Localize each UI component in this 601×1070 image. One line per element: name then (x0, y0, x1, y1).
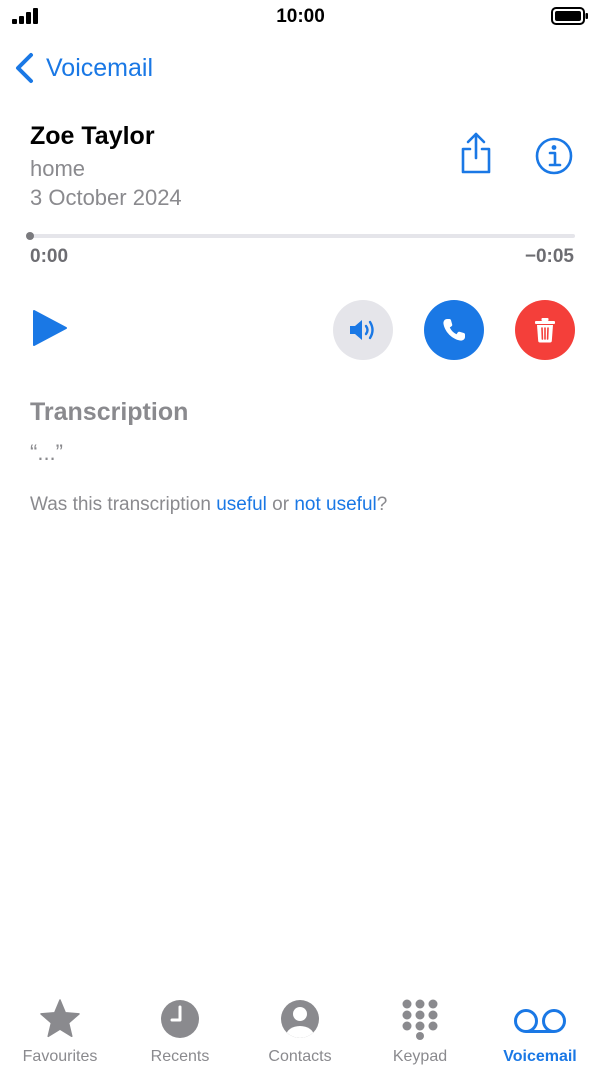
tab-recents-label: Recents (150, 1048, 210, 1065)
call-back-button[interactable] (424, 300, 484, 360)
transcription-heading: Transcription (30, 398, 189, 426)
tab-recents[interactable]: Recents (120, 984, 240, 1070)
speaker-button[interactable] (333, 300, 393, 360)
not-useful-link[interactable]: not useful (294, 494, 376, 515)
useful-link[interactable]: useful (216, 494, 267, 515)
tab-favourites[interactable]: Favourites (0, 984, 120, 1070)
back-button[interactable]: Voicemail (12, 50, 153, 86)
star-icon (40, 999, 80, 1038)
playback-scrubber[interactable] (26, 230, 575, 242)
transcription-text: “...” (30, 440, 63, 465)
remaining-time: −0:05 (524, 246, 574, 267)
tab-favourites-label: Favourites (22, 1048, 98, 1065)
info-button[interactable] (534, 136, 574, 176)
play-icon (33, 310, 67, 346)
back-button-label: Voicemail (46, 53, 153, 82)
tab-contacts-label: Contacts (268, 1048, 332, 1065)
tab-keypad[interactable]: Keypad (360, 984, 480, 1070)
delete-button[interactable] (515, 300, 575, 360)
play-button[interactable] (28, 306, 72, 350)
speaker-icon (350, 320, 374, 340)
tab-voicemail[interactable]: Voicemail (480, 984, 600, 1070)
contact-number-label: home (30, 156, 86, 181)
voicemail-icon (514, 1009, 566, 1033)
tab-keypad-label: Keypad (392, 1048, 448, 1065)
status-time: 10:00 (276, 6, 325, 27)
share-button[interactable] (456, 130, 496, 176)
scrubber-track (30, 234, 575, 238)
battery-icon (551, 7, 588, 25)
contact-name: Zoe Taylor (30, 122, 155, 150)
keypad-icon (402, 999, 438, 1040)
elapsed-time: 0:00 (30, 246, 69, 267)
person-circle-icon (281, 1000, 319, 1038)
tab-contacts[interactable]: Contacts (240, 984, 360, 1070)
trash-icon (535, 318, 555, 343)
chevron-left-icon (16, 53, 33, 83)
share-icon (461, 132, 491, 174)
transcription-feedback: Was this transcription useful or not use… (30, 494, 387, 516)
tab-bar: Favourites Recents Contacts Keypad Voice… (0, 984, 601, 1070)
info-icon (535, 137, 573, 175)
feedback-middle: or (266, 494, 295, 515)
feedback-suffix: ? (376, 494, 388, 515)
voicemail-date: 3 October 2024 (30, 185, 182, 210)
status-bar: 10:00 (0, 0, 601, 34)
clock-icon (161, 1000, 199, 1038)
tab-voicemail-label: Voicemail (503, 1048, 577, 1065)
scrubber-thumb[interactable] (26, 232, 34, 240)
phone-icon (443, 319, 465, 341)
feedback-prefix: Was this transcription (30, 494, 217, 515)
